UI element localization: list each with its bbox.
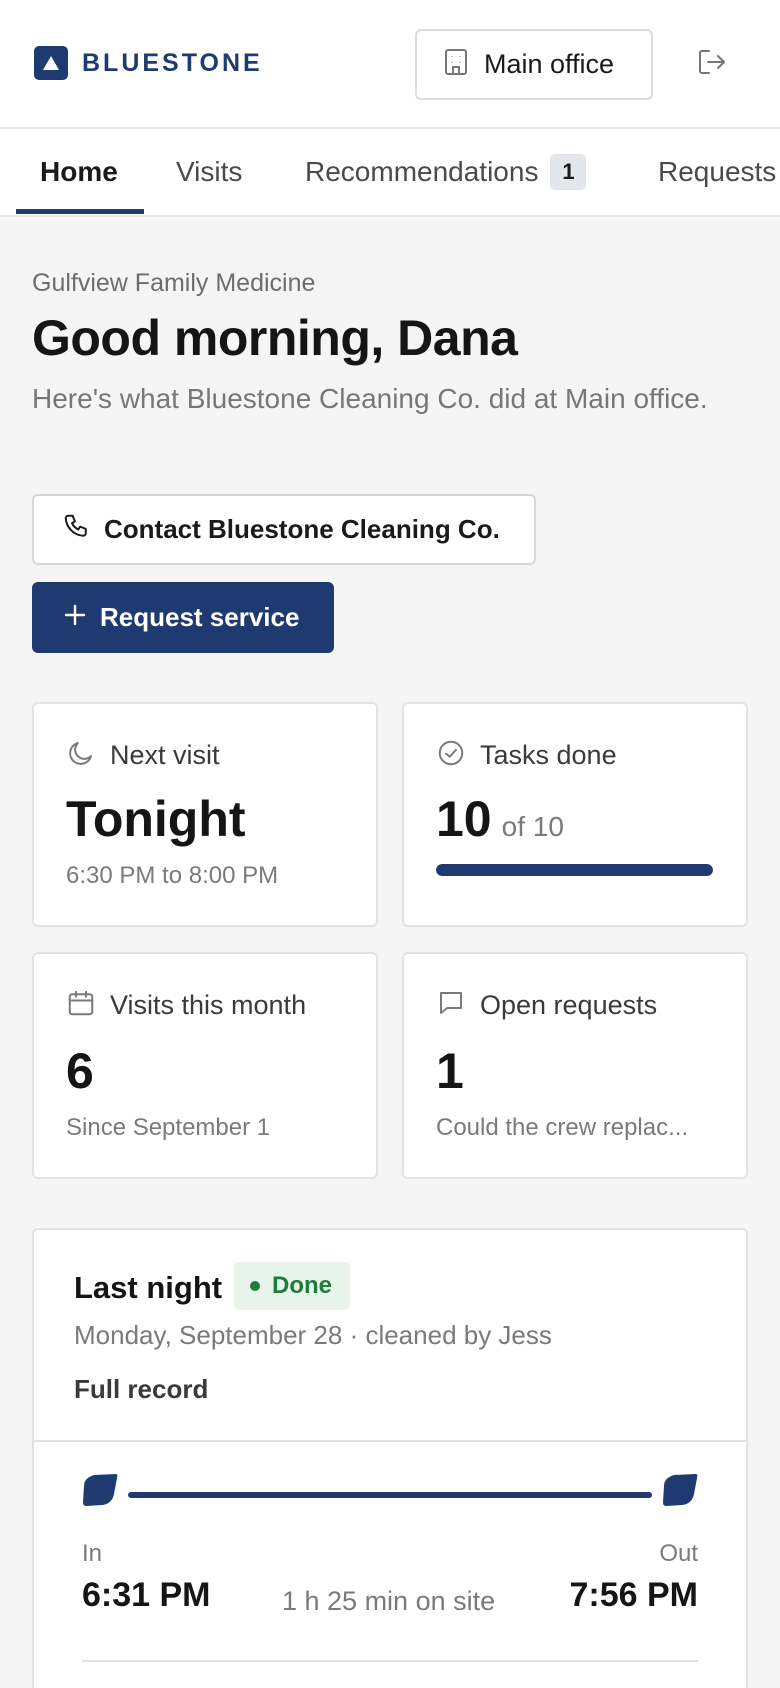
check-out-time: 7:56 PM [569, 1576, 699, 1614]
request-service-label: Request service [100, 602, 300, 632]
check-in-time: 6:31 PM [82, 1576, 211, 1614]
card-label: Tasks done [480, 740, 617, 770]
calendar-icon [66, 988, 96, 1023]
tasks-done-card[interactable]: Tasks done 10 of 10 [402, 702, 748, 927]
card-label: Next visit [110, 740, 220, 770]
tasks-total: of 10 [501, 811, 564, 842]
status-badge: Done [234, 1262, 350, 1310]
app-header: BLUESTONE Main office [0, 0, 780, 129]
tab-label: Visits [176, 156, 243, 187]
site-selector-label: Main office [484, 49, 615, 79]
request-service-button[interactable]: Request service [32, 582, 334, 653]
sign-out-button[interactable] [694, 46, 730, 82]
tab-label: Recommendations [305, 156, 539, 187]
logo-mark-icon [34, 46, 68, 80]
visit-timeline-bar [128, 1492, 652, 1498]
tab-label: Home [40, 156, 118, 187]
building-icon [444, 48, 468, 81]
brand-logo[interactable]: BLUESTONE [34, 46, 263, 80]
next-visit-card[interactable]: Next visit Tonight 6:30 PM to 8:00 PM [32, 702, 378, 927]
organization-name: Gulfview Family Medicine [32, 269, 316, 297]
last-visit-card: Last night Done Monday, September 28 · c… [32, 1228, 748, 1688]
visits-this-month-since: Since September 1 [66, 1114, 271, 1141]
last-visit-meta: Monday, September 28 · cleaned by Jess [74, 1320, 552, 1350]
site-selector-button[interactable]: Main office [415, 29, 653, 100]
plus-icon [64, 604, 86, 631]
contact-provider-label: Contact Bluestone Cleaning Co. [104, 514, 500, 544]
tab-label: Requests [658, 156, 777, 187]
full-record-link[interactable]: Full record [74, 1374, 208, 1405]
tab-bar: Home Visits Recommendations 1 Requests [0, 129, 780, 217]
page-title: Good morning, Dana [32, 310, 518, 366]
divider [34, 1440, 746, 1442]
check-circle-icon [436, 738, 466, 773]
last-visit-title: Last night [74, 1270, 223, 1305]
check-in-marker-icon [82, 1472, 118, 1513]
moon-icon [66, 738, 96, 773]
open-request-preview: Could the crew replac... [436, 1114, 689, 1141]
open-requests-card[interactable]: Open requests 1 Could the crew replac... [402, 952, 748, 1179]
check-in-label: In [82, 1540, 103, 1567]
next-visit-value: Tonight [66, 791, 246, 847]
next-visit-window: 6:30 PM to 8:00 PM [66, 862, 279, 889]
tab-requests[interactable]: Requests [658, 129, 776, 215]
visits-this-month-card[interactable]: Visits this month 6 Since September 1 [32, 952, 378, 1179]
divider [82, 1660, 698, 1662]
tab-visits[interactable]: Visits [176, 129, 242, 215]
tasks-progress-bar [436, 864, 713, 876]
check-out-marker-icon [662, 1472, 698, 1513]
tasks-done-count: 10 [436, 791, 492, 847]
tasks-progress-fill [436, 864, 713, 876]
open-requests-value: 1 [436, 1043, 464, 1099]
recommendations-count-badge: 1 [550, 154, 587, 190]
card-label: Open requests [480, 990, 658, 1020]
contact-provider-button[interactable]: Contact Bluestone Cleaning Co. [32, 494, 536, 565]
tasks-done-value: 10 of 10 [436, 790, 564, 848]
phone-icon [62, 512, 92, 547]
card-label: Visits this month [110, 990, 307, 1020]
message-icon [436, 988, 466, 1023]
time-on-site: 1 h 25 min on site [282, 1586, 496, 1616]
check-out-label: Out [659, 1540, 698, 1567]
page-subtitle: Here's what Bluestone Cleaning Co. did a… [32, 383, 708, 414]
sign-out-icon [697, 47, 727, 82]
brand-name: BLUESTONE [82, 48, 263, 77]
tab-home[interactable]: Home [40, 129, 118, 215]
visits-this-month-value: 6 [66, 1043, 94, 1099]
tab-recommendations[interactable]: Recommendations 1 [305, 129, 587, 215]
active-tab-indicator [16, 209, 144, 214]
status-label: Done [272, 1272, 332, 1299]
status-dot-icon [250, 1281, 260, 1291]
